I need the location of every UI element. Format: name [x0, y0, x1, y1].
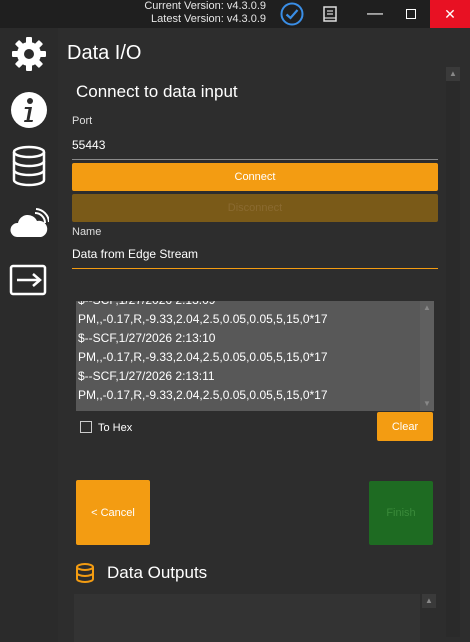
port-input[interactable]: 55443	[72, 138, 438, 160]
sidebar-item-data-io[interactable]	[0, 142, 60, 190]
name-label: Name	[72, 226, 102, 238]
minimize-button[interactable]: —	[358, 0, 392, 28]
sidebar-item-export[interactable]	[0, 256, 58, 304]
data-log-text: $--SCF,1/27/2026 2:13:09 PM,,-0.17,R,-9.…	[78, 301, 328, 402]
export-icon	[9, 264, 47, 296]
sidebar-item-settings[interactable]	[0, 30, 58, 78]
log-scroll-down-icon[interactable]: ▼	[420, 397, 434, 411]
input-heading: Connect to data input	[76, 82, 238, 101]
database-icon	[12, 145, 46, 187]
current-version: Current Version: v4.3.0.9	[144, 0, 266, 12]
disconnect-button[interactable]: Disconnect	[72, 194, 438, 222]
outputs-scroll-up-icon[interactable]: ▲	[422, 594, 436, 608]
page-title: Data I/O	[67, 42, 142, 64]
outputs-list[interactable]	[74, 594, 420, 642]
finish-button[interactable]: Finish	[369, 481, 433, 545]
to-hex-label: To Hex	[98, 422, 133, 434]
close-button[interactable]: ✕	[430, 0, 470, 28]
sidebar-item-cloud[interactable]	[0, 200, 58, 248]
outputs-heading: Data Outputs	[107, 563, 208, 582]
connect-button[interactable]: Connect	[72, 163, 438, 191]
cancel-button[interactable]: < Cancel	[76, 480, 150, 545]
log-scrollbar[interactable]	[420, 301, 434, 411]
name-input[interactable]: Data from Edge Stream	[72, 247, 438, 269]
scroll-up-arrow-icon[interactable]: ▲	[446, 67, 460, 81]
latest-version: Latest Version: v4.3.0.9	[151, 13, 266, 25]
main-panel: Data I/O ▲ Connect to data input Port 55…	[58, 28, 470, 642]
to-hex-checkbox[interactable]	[80, 421, 92, 433]
clear-button[interactable]: Clear	[377, 412, 433, 441]
data-log[interactable]: $--SCF,1/27/2026 2:13:09 PM,,-0.17,R,-9.…	[76, 301, 434, 411]
maximize-icon	[406, 9, 416, 19]
log-scroll-up-icon[interactable]: ▲	[420, 301, 434, 315]
version-info: Current Version: v4.3.0.9 Latest Version…	[144, 0, 266, 26]
book-icon	[323, 6, 337, 22]
sidebar	[0, 28, 60, 642]
manual-button[interactable]	[316, 0, 344, 28]
maximize-button[interactable]	[394, 0, 428, 28]
info-icon	[11, 92, 47, 128]
cloud-icon	[10, 208, 49, 237]
gear-icon	[12, 37, 46, 71]
outputs-database-icon	[74, 562, 96, 584]
title-bar: Current Version: v4.3.0.9 Latest Version…	[0, 0, 470, 28]
port-label: Port	[72, 115, 93, 127]
check-update-button[interactable]	[278, 0, 306, 28]
checkmark-circle-icon	[280, 2, 304, 26]
sidebar-item-info[interactable]	[0, 86, 58, 134]
main-scrollbar[interactable]	[446, 67, 460, 637]
